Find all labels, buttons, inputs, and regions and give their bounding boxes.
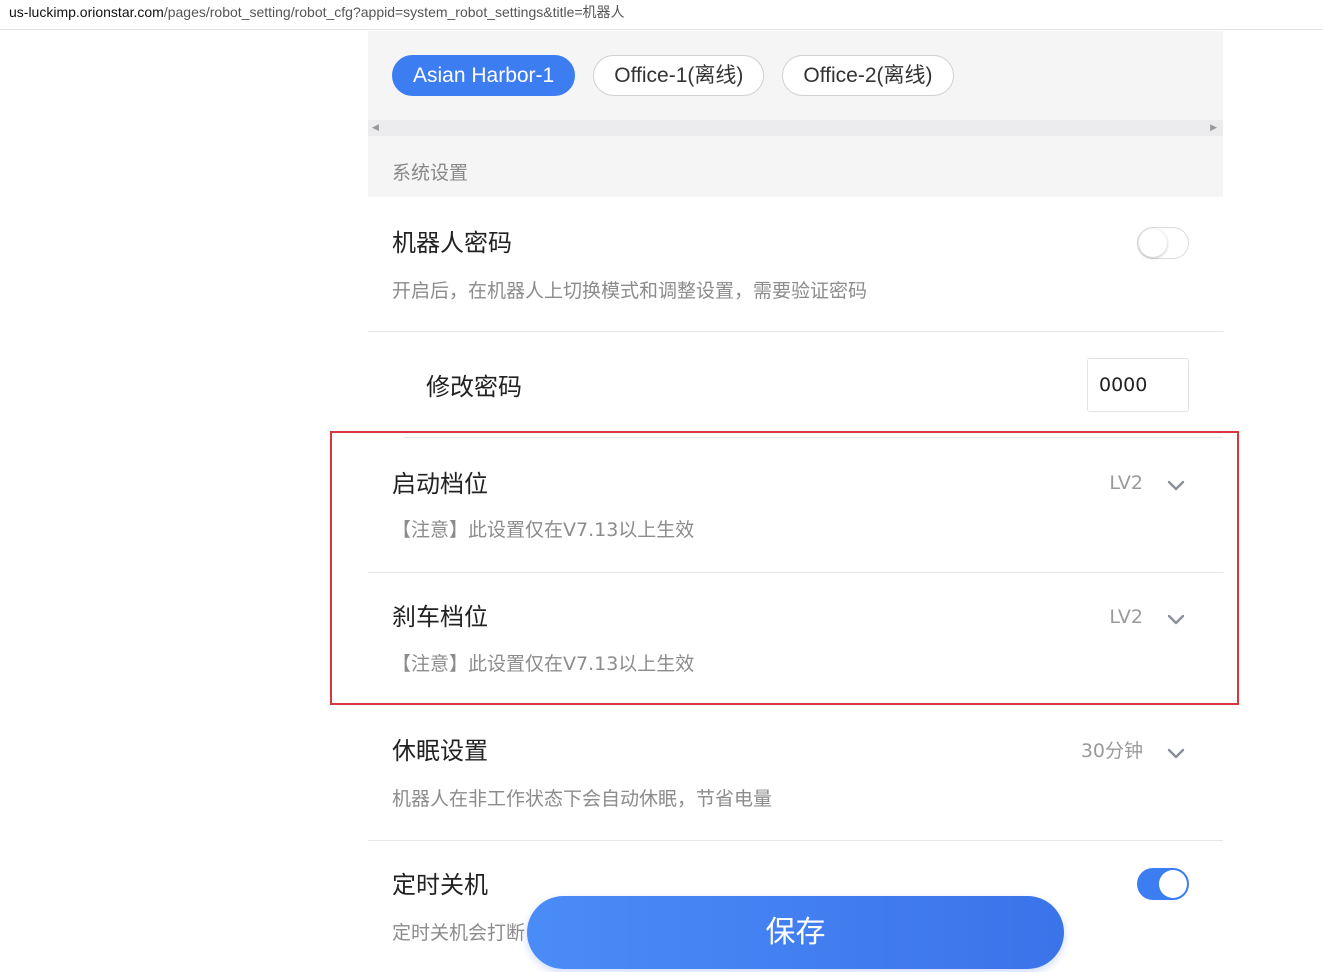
timed-shutdown-toggle[interactable]: [1137, 868, 1189, 900]
setting-title: 机器人密码: [392, 229, 512, 257]
sleep-value[interactable]: 30分钟: [1081, 738, 1143, 764]
section-title: 系统设置: [392, 162, 469, 184]
url-path: /pages/robot_setting/robot_cfg?appid=sys…: [163, 4, 625, 20]
tab-office-2[interactable]: Office-2(离线): [782, 55, 954, 96]
setting-title: 刹车档位: [392, 603, 488, 631]
horizontal-scrollbar[interactable]: ◀ ▶: [368, 120, 1223, 136]
save-button[interactable]: 保存: [527, 896, 1064, 969]
setting-desc: 【注意】此设置仅在V7.13以上生效: [392, 519, 695, 541]
start-level-value[interactable]: LV2: [1109, 470, 1143, 496]
robot-password-toggle[interactable]: [1137, 227, 1189, 259]
setting-desc: 定时关机会打断: [392, 922, 526, 944]
toggle-knob: [1139, 229, 1167, 257]
setting-robot-password: 机器人密码 开启后，在机器人上切换模式和调整设置，需要验证密码: [368, 197, 1223, 331]
setting-sleep[interactable]: 休眠设置 机器人在非工作状态下会自动休眠，节省电量 30分钟: [368, 707, 1223, 840]
setting-title: 启动档位: [392, 470, 488, 498]
tab-asian-harbor-1[interactable]: Asian Harbor-1: [392, 55, 576, 96]
setting-title: 定时关机: [392, 871, 488, 899]
setting-title: 修改密码: [426, 373, 522, 401]
scroll-right-icon[interactable]: ▶: [1210, 122, 1217, 134]
chevron-down-icon[interactable]: [1165, 608, 1187, 630]
tab-office-1[interactable]: Office-1(离线): [593, 55, 765, 96]
top-area: Asian Harbor-1 Office-1(离线) Office-2(离线)…: [368, 31, 1223, 197]
setting-title: 休眠设置: [392, 737, 488, 765]
scroll-left-icon[interactable]: ◀: [372, 122, 379, 134]
chevron-down-icon[interactable]: [1165, 474, 1187, 496]
settings-panel: Asian Harbor-1 Office-1(离线) Office-2(离线)…: [368, 31, 1223, 972]
setting-desc: 机器人在非工作状态下会自动休眠，节省电量: [392, 788, 773, 810]
url-host: us-luckimp.orionstar.com: [9, 4, 164, 20]
setting-desc: 【注意】此设置仅在V7.13以上生效: [392, 653, 695, 675]
setting-desc: 开启后，在机器人上切换模式和调整设置，需要验证密码: [392, 280, 868, 302]
password-input[interactable]: 0000: [1087, 358, 1189, 412]
toggle-knob: [1159, 870, 1187, 898]
chevron-down-icon[interactable]: [1165, 742, 1187, 764]
setting-brake-level[interactable]: 刹车档位 【注意】此设置仅在V7.13以上生效 LV2: [368, 573, 1223, 707]
address-bar[interactable]: us-luckimp.orionstar.com/pages/robot_set…: [0, 0, 1323, 30]
robot-tabs: Asian Harbor-1 Office-1(离线) Office-2(离线): [392, 55, 954, 96]
brake-level-value[interactable]: LV2: [1109, 604, 1143, 630]
setting-start-level[interactable]: 启动档位 【注意】此设置仅在V7.13以上生效 LV2: [368, 438, 1223, 572]
